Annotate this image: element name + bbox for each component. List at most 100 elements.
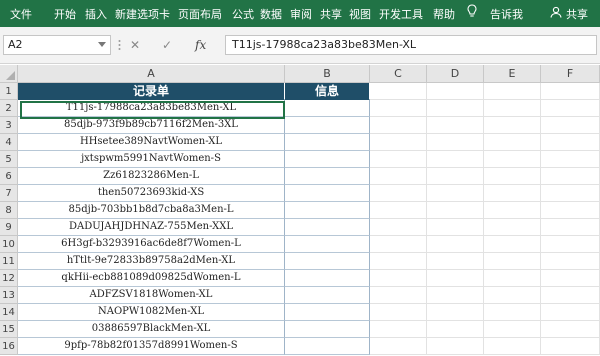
empty-cell[interactable] [427, 117, 484, 134]
record-cell[interactable]: HHsetee389NavtWomen-XL [18, 134, 285, 151]
tab-file[interactable]: 文件 [10, 6, 32, 22]
info-cell[interactable] [285, 253, 370, 270]
record-cell[interactable]: Zz61823286Men-L [18, 168, 285, 185]
info-cell[interactable] [285, 287, 370, 304]
enter-icon[interactable]: ✓ [162, 38, 172, 52]
row-header[interactable]: 14 [0, 304, 18, 321]
resize-handle-icon[interactable] [118, 39, 121, 51]
tab-home[interactable]: 开始 [54, 6, 76, 22]
info-cell[interactable] [285, 304, 370, 321]
record-cell[interactable]: then50723693kid-XS [18, 185, 285, 202]
empty-cell[interactable] [370, 321, 427, 338]
empty-cell[interactable] [427, 168, 484, 185]
tab-insert[interactable]: 插入 [85, 6, 107, 22]
empty-cell[interactable] [370, 270, 427, 287]
tab-new[interactable]: 新建选项卡 [115, 6, 170, 22]
tab-review[interactable]: 审阅 [290, 6, 312, 22]
row-header[interactable]: 10 [0, 236, 18, 253]
row-header[interactable]: 1 [0, 83, 18, 100]
empty-cell[interactable] [427, 151, 484, 168]
tab-view[interactable]: 视图 [349, 6, 371, 22]
empty-cell[interactable] [370, 338, 427, 355]
empty-cell[interactable] [541, 168, 600, 185]
info-cell[interactable] [285, 236, 370, 253]
info-cell[interactable] [285, 270, 370, 287]
empty-cell[interactable] [484, 117, 541, 134]
empty-cell[interactable] [484, 202, 541, 219]
empty-cell[interactable] [484, 168, 541, 185]
row-header[interactable]: 8 [0, 202, 18, 219]
column-header-e[interactable]: E [484, 65, 541, 83]
row-header[interactable]: 7 [0, 185, 18, 202]
info-cell[interactable] [285, 321, 370, 338]
empty-cell[interactable] [541, 83, 600, 100]
name-box[interactable]: A2 [3, 35, 111, 55]
empty-cell[interactable] [427, 185, 484, 202]
row-header[interactable]: 5 [0, 151, 18, 168]
empty-cell[interactable] [484, 151, 541, 168]
table-header-info[interactable]: 信息 [285, 83, 370, 100]
record-cell[interactable]: 6H3gf-b3293916ac6de8f7Women-L [18, 236, 285, 253]
empty-cell[interactable] [370, 134, 427, 151]
empty-cell[interactable] [484, 304, 541, 321]
empty-cell[interactable] [370, 168, 427, 185]
empty-cell[interactable] [370, 219, 427, 236]
empty-cell[interactable] [541, 100, 600, 117]
column-header-b[interactable]: B [285, 65, 370, 83]
empty-cell[interactable] [370, 83, 427, 100]
empty-cell[interactable] [427, 270, 484, 287]
record-cell[interactable]: DADUJAHJDHNAZ-755Men-XXL [18, 219, 285, 236]
empty-cell[interactable] [427, 287, 484, 304]
record-cell[interactable]: jxtspwm5991NavtWomen-S [18, 151, 285, 168]
info-cell[interactable] [285, 151, 370, 168]
tab-formulas[interactable]: 公式 [232, 6, 254, 22]
column-header-a[interactable]: A [18, 65, 285, 83]
record-cell[interactable]: hTtlt-9e72833b89758a2dMen-XL [18, 253, 285, 270]
empty-cell[interactable] [370, 117, 427, 134]
info-cell[interactable] [285, 185, 370, 202]
info-cell[interactable] [285, 202, 370, 219]
empty-cell[interactable] [370, 253, 427, 270]
empty-cell[interactable] [427, 253, 484, 270]
row-header[interactable]: 13 [0, 287, 18, 304]
empty-cell[interactable] [370, 304, 427, 321]
empty-cell[interactable] [541, 236, 600, 253]
record-cell[interactable]: 85djb-973f9b89cb7116f2Men-3XL [18, 117, 285, 134]
tell-me-search[interactable]: 告诉我 [490, 6, 523, 22]
row-header[interactable]: 3 [0, 117, 18, 134]
empty-cell[interactable] [484, 134, 541, 151]
empty-cell[interactable] [427, 83, 484, 100]
empty-cell[interactable] [541, 117, 600, 134]
empty-cell[interactable] [427, 236, 484, 253]
table-header-record[interactable]: 记录单 [18, 83, 285, 100]
tab-share[interactable]: 共享 [320, 6, 342, 22]
empty-cell[interactable] [484, 83, 541, 100]
person-icon[interactable] [550, 6, 562, 18]
empty-cell[interactable] [427, 304, 484, 321]
empty-cell[interactable] [370, 100, 427, 117]
empty-cell[interactable] [541, 270, 600, 287]
empty-cell[interactable] [541, 338, 600, 355]
empty-cell[interactable] [427, 134, 484, 151]
empty-cell[interactable] [541, 134, 600, 151]
column-header-c[interactable]: C [370, 65, 427, 83]
info-cell[interactable] [285, 219, 370, 236]
tab-data[interactable]: 数据 [260, 6, 282, 22]
empty-cell[interactable] [484, 253, 541, 270]
row-header[interactable]: 15 [0, 321, 18, 338]
empty-cell[interactable] [370, 236, 427, 253]
record-cell[interactable]: 85djb-703bb1b8d7cba8a3Men-L [18, 202, 285, 219]
empty-cell[interactable] [370, 185, 427, 202]
empty-cell[interactable] [541, 185, 600, 202]
empty-cell[interactable] [484, 236, 541, 253]
row-header[interactable]: 6 [0, 168, 18, 185]
empty-cell[interactable] [370, 151, 427, 168]
cancel-icon[interactable]: ✕ [130, 38, 140, 52]
info-cell[interactable] [285, 168, 370, 185]
empty-cell[interactable] [484, 100, 541, 117]
info-cell[interactable] [285, 100, 370, 117]
insert-function-icon[interactable]: fx [195, 38, 206, 52]
empty-cell[interactable] [541, 304, 600, 321]
row-header[interactable]: 2 [0, 100, 18, 117]
empty-cell[interactable] [427, 321, 484, 338]
